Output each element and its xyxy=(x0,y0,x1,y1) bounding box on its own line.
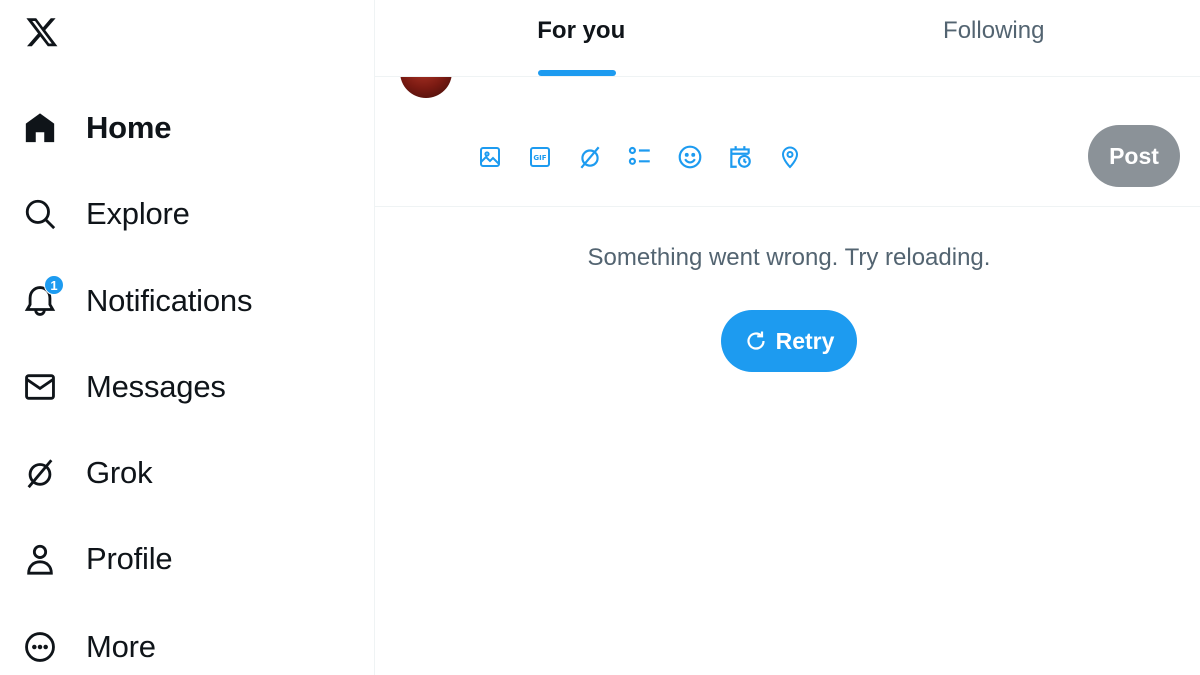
composer-toolbar: GIF xyxy=(465,134,815,180)
post-button[interactable]: Post xyxy=(1088,125,1180,187)
gif-icon[interactable]: GIF xyxy=(515,134,565,180)
tab-for-you[interactable]: For you xyxy=(375,0,788,76)
notification-badge: 1 xyxy=(44,275,64,295)
sidebar-item-home[interactable]: Home xyxy=(14,98,334,158)
tab-label: For you xyxy=(537,17,626,44)
sidebar-item-explore[interactable]: Explore xyxy=(14,184,334,244)
error-message: Something went wrong. Try reloading. xyxy=(587,244,991,271)
envelope-icon xyxy=(14,361,66,413)
sidebar-item-grok[interactable]: Grok xyxy=(14,443,334,503)
sidebar-item-label: Notifications xyxy=(86,283,253,318)
sidebar-item-label: Home xyxy=(86,110,172,145)
bell-icon: 1 xyxy=(14,275,66,327)
retry-button[interactable]: Retry xyxy=(721,310,857,372)
sidebar-item-messages[interactable]: Messages xyxy=(14,357,334,417)
location-icon[interactable] xyxy=(765,134,815,180)
sidebar-item-label: Profile xyxy=(86,541,173,576)
sidebar-item-label: Explore xyxy=(86,196,190,231)
main-timeline: For you Following GIF Post Something wen… xyxy=(375,0,1200,675)
tab-label: Following xyxy=(943,17,1045,44)
active-tab-indicator xyxy=(538,70,616,76)
timeline-tabs: For you Following xyxy=(375,0,1200,77)
sidebar-item-profile[interactable]: Profile xyxy=(14,529,334,589)
grok-icon[interactable] xyxy=(565,134,615,180)
person-icon xyxy=(14,533,66,585)
sidebar-item-more[interactable]: More xyxy=(14,617,334,675)
divider xyxy=(375,206,1200,207)
sidebar-item-label: Messages xyxy=(86,369,226,404)
sidebar: Home Explore 1 Notifications Messages Gr… xyxy=(0,0,375,675)
sidebar-item-label: More xyxy=(86,629,156,664)
home-icon xyxy=(14,102,66,154)
sidebar-item-notifications[interactable]: 1 Notifications xyxy=(14,271,334,331)
svg-text:GIF: GIF xyxy=(533,154,546,162)
tab-following[interactable]: Following xyxy=(788,0,1200,76)
app-window: Home Explore 1 Notifications Messages Gr… xyxy=(0,0,1200,675)
refresh-icon xyxy=(744,329,768,353)
retry-label: Retry xyxy=(775,327,835,354)
schedule-icon[interactable] xyxy=(715,134,765,180)
image-icon[interactable] xyxy=(465,134,515,180)
poll-icon[interactable] xyxy=(615,134,665,180)
x-logo-icon[interactable] xyxy=(20,10,64,54)
grok-icon xyxy=(14,447,66,499)
sidebar-item-label: Grok xyxy=(86,455,153,490)
emoji-icon[interactable] xyxy=(665,134,715,180)
search-icon xyxy=(14,188,66,240)
more-circle-icon xyxy=(14,621,66,673)
